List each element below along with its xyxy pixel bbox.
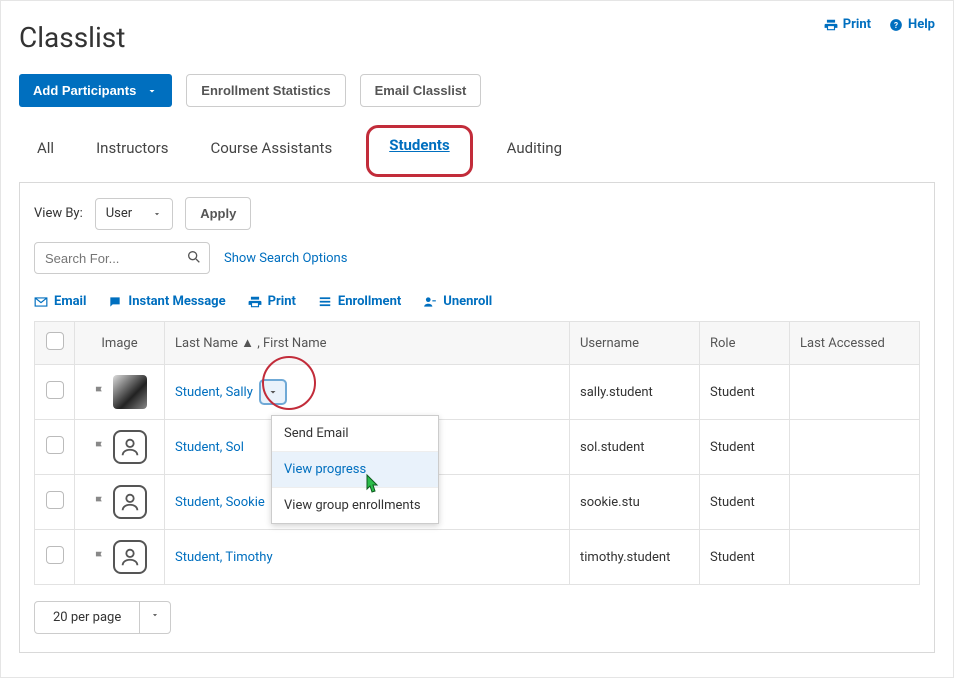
avatar-placeholder-icon [113,430,147,464]
menu-view-progress[interactable]: View progress [272,452,438,488]
tab-instructors[interactable]: Instructors [88,129,176,167]
tool-email-label: Email [54,294,86,309]
chevron-down-icon [146,85,158,97]
col-role[interactable]: Role [700,322,790,365]
col-username[interactable]: Username [570,322,700,365]
printer-icon [248,295,262,309]
page-size-select[interactable]: 20 per page [34,601,171,634]
svg-text:?: ? [894,19,898,29]
search-input[interactable] [34,242,210,274]
username-cell: sol.student [570,420,700,475]
email-icon [34,295,48,309]
add-participants-label: Add Participants [33,83,136,98]
user-minus-icon [423,295,437,309]
flag-icon[interactable] [93,383,107,401]
student-name-link[interactable]: Student, Sally [175,385,253,400]
student-name-link[interactable]: Student, Sookie [175,495,265,510]
tab-auditing[interactable]: Auditing [499,129,570,167]
flag-icon[interactable] [93,438,107,456]
flag-icon[interactable] [93,548,107,566]
row-checkbox[interactable] [46,491,64,509]
tool-unenroll[interactable]: Unenroll [423,294,492,309]
viewby-value: User [106,206,132,221]
row-checkbox[interactable] [46,381,64,399]
viewby-label: View By: [34,206,83,221]
table-row: Student, Sookie sookie.stuStudent [35,475,920,530]
tab-students[interactable]: Students [389,136,449,154]
role-cell: Student [700,365,790,420]
tab-course-assistants[interactable]: Course Assistants [202,129,340,167]
table-row: Student, Sally sally.studentStudent [35,365,920,420]
last-accessed-cell [790,420,920,475]
page-size-label: 20 per page [35,602,139,633]
tool-email[interactable]: Email [34,294,86,309]
help-icon: ? [889,18,903,32]
menu-view-group-enrollments[interactable]: View group enrollments [272,488,438,523]
classlist-table: Image Last Name ▲ , First Name Username … [34,321,920,585]
col-image: Image [75,322,165,365]
printer-icon [824,18,838,32]
chat-icon [108,295,122,309]
email-classlist-button[interactable]: Email Classlist [360,74,482,107]
table-row: Student, Sol sol.studentStudent [35,420,920,475]
menu-send-email[interactable]: Send Email [272,416,438,452]
col-last-accessed[interactable]: Last Accessed [790,322,920,365]
student-name-link[interactable]: Student, Sol [175,440,244,455]
username-cell: timothy.student [570,530,700,585]
enrollment-stats-button[interactable]: Enrollment Statistics [186,74,345,107]
chevron-down-icon [152,209,162,219]
search-icon[interactable] [186,249,202,265]
avatar-placeholder-icon [113,485,147,519]
help-link-label: Help [908,17,935,32]
username-cell: sally.student [570,365,700,420]
help-link[interactable]: ? Help [889,17,935,32]
print-link-label: Print [843,17,871,32]
add-participants-button[interactable]: Add Participants [19,74,172,107]
tool-im-label: Instant Message [128,294,225,309]
row-context-menu: Send Email View progress View group enro… [271,415,439,524]
page-title: Classlist [19,21,125,54]
viewby-select[interactable]: User [95,198,173,230]
avatar-placeholder-icon [113,540,147,574]
list-icon [318,295,332,309]
last-accessed-cell [790,475,920,530]
tool-print-label: Print [268,294,296,309]
table-row: Student, Timothy timothy.studentStudent [35,530,920,585]
tool-enrollment-label: Enrollment [338,294,401,309]
avatar-photo [113,375,147,409]
apply-button[interactable]: Apply [185,197,251,230]
student-name-link[interactable]: Student, Timothy [175,550,273,565]
role-cell: Student [700,420,790,475]
tool-print[interactable]: Print [248,294,296,309]
row-checkbox[interactable] [46,546,64,564]
select-all-checkbox[interactable] [46,332,64,350]
show-search-options-link[interactable]: Show Search Options [224,251,347,266]
tab-students-highlight: Students [366,125,472,177]
role-cell: Student [700,475,790,530]
username-cell: sookie.stu [570,475,700,530]
print-link[interactable]: Print [824,17,871,32]
chevron-down-icon [139,602,170,633]
chevron-down-icon [267,386,279,398]
role-cell: Student [700,530,790,585]
row-checkbox[interactable] [46,436,64,454]
flag-icon[interactable] [93,493,107,511]
col-name[interactable]: Last Name ▲ , First Name [165,322,570,365]
row-actions-button[interactable] [259,379,287,405]
tab-all[interactable]: All [29,129,62,167]
last-accessed-cell [790,365,920,420]
tool-unenroll-label: Unenroll [443,294,492,309]
tool-enrollment[interactable]: Enrollment [318,294,401,309]
last-accessed-cell [790,530,920,585]
col-checkbox [35,322,75,365]
tool-im[interactable]: Instant Message [108,294,225,309]
